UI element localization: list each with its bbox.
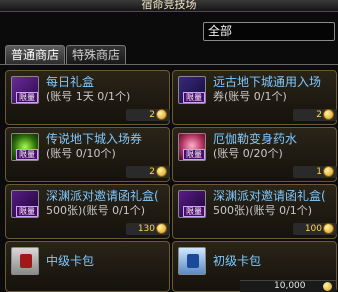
item-limit: 500张)(账号 0/1个) — [46, 204, 146, 217]
item-price: 2 — [149, 167, 155, 177]
item-limit: (账号 0/20个) — [213, 147, 283, 160]
coin-icon — [323, 166, 334, 177]
shop-item[interactable]: 限量 传说地下城入场券 (账号 0/10个) 2 — [5, 127, 170, 182]
coin-icon — [323, 282, 332, 291]
item-limit: (账号 0/10个) — [46, 147, 116, 160]
gift-box-icon: 限量 — [11, 76, 39, 104]
limited-badge: 限量 — [16, 92, 38, 103]
coin-icon — [323, 109, 334, 120]
coin-icon — [156, 109, 167, 120]
item-name: 深渊派对邀请函礼盒( — [46, 189, 159, 203]
limited-badge: 限量 — [16, 149, 38, 160]
shop-item[interactable]: 限量 深渊派对邀请函礼盒( 500张)(账号 0/1个) 100 — [172, 184, 337, 239]
item-price: 130 — [137, 224, 155, 234]
item-limit: (账号 1天 0/1个) — [46, 90, 131, 103]
item-name: 厄伽勒变身药水 — [213, 132, 298, 146]
item-name: 远古地下城通用入场 — [213, 75, 322, 89]
item-name: 每日礼盒 — [46, 75, 95, 89]
item-name: 初级卡包 — [213, 254, 262, 268]
limited-badge: 限量 — [16, 206, 38, 217]
category-dropdown[interactable]: 全部 — [203, 22, 335, 41]
currency-bar: 10,000 — [240, 280, 336, 292]
item-price: 2 — [316, 110, 322, 120]
abyss-gift-icon: 限量 — [178, 190, 206, 218]
item-limit: 500张)(账号 0/1个) — [213, 204, 313, 217]
tab-normal-shop[interactable]: 普通商店 — [5, 45, 66, 65]
abyss-gift-icon: 限量 — [11, 190, 39, 218]
shop-item[interactable]: 限量 厄伽勒变身药水 (账号 0/20个) 1 — [172, 127, 337, 182]
tab-divider — [0, 64, 338, 65]
shop-item[interactable]: 限量 远古地下城通用入场 券(账号 0/1个) 2 — [172, 70, 337, 125]
limited-badge: 限量 — [183, 92, 205, 103]
card-pack-icon — [178, 247, 206, 275]
potion-icon: 限量 — [178, 133, 206, 161]
card-pack-icon — [11, 247, 39, 275]
item-name: 深渊派对邀请函礼盒( — [213, 189, 326, 203]
window-title: 宿命竞技场 — [0, 0, 338, 12]
shop-item[interactable]: 中级卡包 — [5, 241, 170, 292]
shop-item[interactable]: 限量 每日礼盒 (账号 1天 0/1个) 2 — [5, 70, 170, 125]
currency-amount: 10,000 — [274, 281, 306, 291]
item-name: 中级卡包 — [46, 254, 95, 268]
coin-icon — [323, 223, 334, 234]
limited-badge: 限量 — [183, 206, 205, 217]
shop-item[interactable]: 限量 深渊派对邀请函礼盒( 500张)(账号 0/1个) 130 — [5, 184, 170, 239]
limited-badge: 限量 — [183, 149, 205, 160]
coin-icon — [156, 166, 167, 177]
ticket-icon: 限量 — [178, 76, 206, 104]
item-price: 2 — [149, 110, 155, 120]
item-price: 1 — [316, 167, 322, 177]
coin-icon — [156, 223, 167, 234]
green-ticket-icon: 限量 — [11, 133, 39, 161]
item-name: 传说地下城入场券 — [46, 132, 143, 146]
item-price: 100 — [304, 224, 322, 234]
tab-special-shop[interactable]: 特殊商店 — [66, 45, 127, 65]
item-limit: 券(账号 0/1个) — [213, 90, 287, 103]
